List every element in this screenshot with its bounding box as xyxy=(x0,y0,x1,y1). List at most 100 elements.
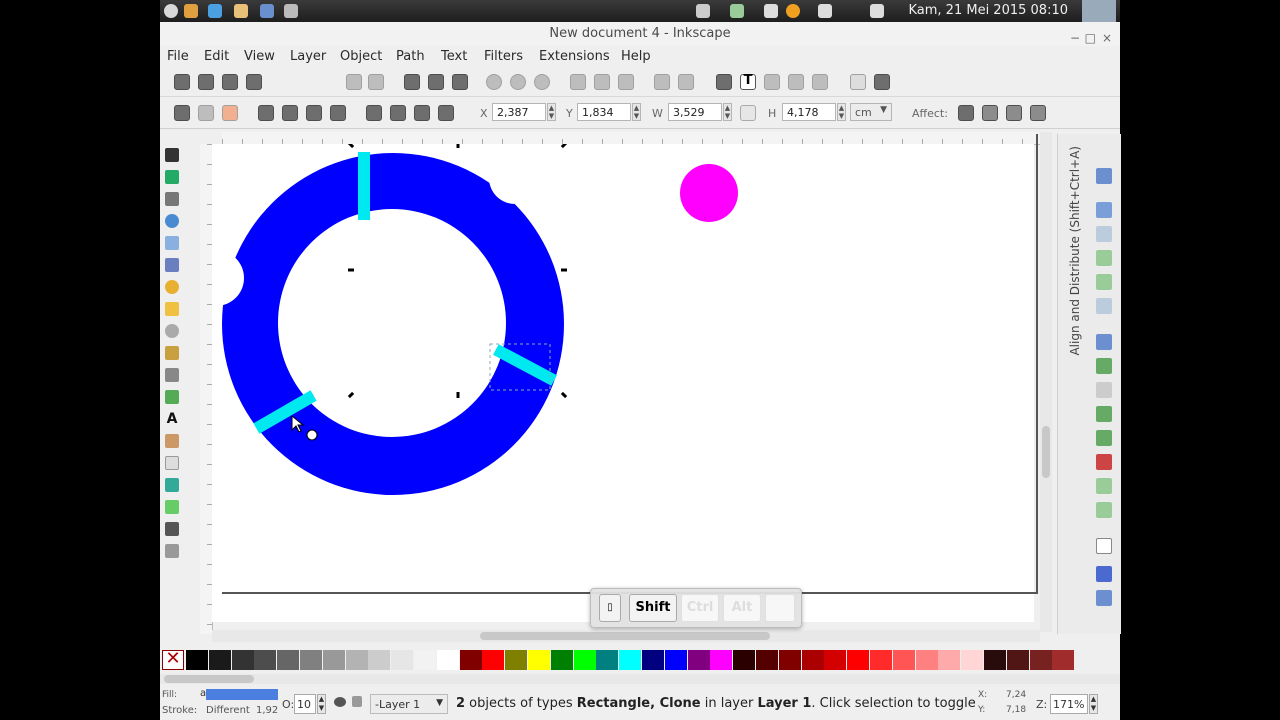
pen-tool-icon[interactable] xyxy=(165,368,179,382)
menu-layer[interactable]: Layer xyxy=(290,49,326,64)
rotate-cw-icon[interactable] xyxy=(282,105,298,121)
color-swatch[interactable] xyxy=(550,650,573,670)
color-swatch[interactable] xyxy=(778,650,801,670)
palette-scrollbar[interactable] xyxy=(160,674,1120,684)
align-top-icon[interactable] xyxy=(1096,274,1112,290)
layer-lock-icon[interactable] xyxy=(352,696,362,707)
grid-icon[interactable] xyxy=(1096,566,1112,582)
zoom-selection-icon[interactable] xyxy=(486,74,502,90)
align-middle-icon[interactable] xyxy=(1096,298,1112,314)
color-swatch[interactable] xyxy=(733,650,756,670)
color-swatch[interactable] xyxy=(436,650,459,670)
raise-icon[interactable] xyxy=(390,105,406,121)
flip-vertical-icon[interactable] xyxy=(330,105,346,121)
tweak-tool-icon[interactable] xyxy=(165,192,179,206)
preferences-icon[interactable] xyxy=(850,74,866,90)
select-all-layers-icon[interactable] xyxy=(198,105,214,121)
gradient-tool-icon[interactable] xyxy=(165,500,179,514)
fill-stroke-icon[interactable] xyxy=(716,74,732,90)
color-swatch[interactable] xyxy=(984,650,1006,670)
calligraphy-tool-icon[interactable] xyxy=(165,390,179,404)
unlink-clone-icon[interactable] xyxy=(618,74,634,90)
color-swatch[interactable] xyxy=(687,650,710,670)
zoom-field[interactable]: 171% xyxy=(1050,694,1088,714)
node-tool-icon[interactable] xyxy=(165,170,179,184)
image-viewer-icon[interactable] xyxy=(234,4,248,18)
color-swatch[interactable] xyxy=(231,650,254,670)
select-all-icon[interactable] xyxy=(174,105,190,121)
blue-ring[interactable] xyxy=(222,153,564,495)
distribute-icon[interactable] xyxy=(1096,334,1112,350)
menu-file[interactable]: File xyxy=(167,49,189,64)
magenta-circle[interactable] xyxy=(680,164,738,222)
scale-stroke-icon[interactable] xyxy=(958,105,974,121)
3d-box-tool-icon[interactable] xyxy=(165,258,179,272)
color-swatch[interactable] xyxy=(870,650,892,670)
spray-tool-icon[interactable] xyxy=(165,434,179,448)
move-patterns-icon[interactable] xyxy=(1030,105,1046,121)
color-swatch[interactable] xyxy=(710,650,733,670)
layer-select[interactable]: -Layer 1 ▼ xyxy=(370,694,448,714)
scale-corners-icon[interactable] xyxy=(982,105,998,121)
guides-icon[interactable] xyxy=(1096,590,1112,606)
new-document-icon[interactable] xyxy=(174,74,190,90)
menu-help[interactable]: Help xyxy=(621,49,651,64)
y-spinner[interactable]: ▲ ▼ xyxy=(632,103,641,121)
align-right-icon[interactable] xyxy=(1096,250,1112,266)
scale-handle-top-right[interactable] xyxy=(560,144,568,149)
color-swatch[interactable] xyxy=(915,650,938,670)
zoom-spinner[interactable]: ▲ ▼ xyxy=(1089,694,1098,714)
stroke-value[interactable]: Different xyxy=(206,705,250,716)
desktop-corner-icon[interactable] xyxy=(1082,0,1116,22)
zoom-page-icon[interactable] xyxy=(534,74,550,90)
move-gradients-icon[interactable] xyxy=(1006,105,1022,121)
color-swatch[interactable] xyxy=(368,650,391,670)
flip-horizontal-icon[interactable] xyxy=(306,105,322,121)
exchange-icon[interactable] xyxy=(1096,502,1112,518)
x-field[interactable]: 2,387 xyxy=(492,103,546,121)
scale-handle-right[interactable] xyxy=(561,268,567,272)
h-spinner[interactable]: ▲ ▼ xyxy=(837,103,846,121)
lock-icon[interactable] xyxy=(740,105,756,121)
battery-icon[interactable] xyxy=(730,4,744,18)
ellipse-tool-icon[interactable] xyxy=(165,280,179,294)
files-icon[interactable] xyxy=(184,4,198,18)
opacity-field[interactable]: 10 xyxy=(294,694,316,714)
remove-overlaps-icon[interactable] xyxy=(1096,454,1112,470)
horizontal-scrollbar[interactable] xyxy=(212,630,1040,642)
network-icon[interactable] xyxy=(764,4,778,18)
stroke-width[interactable]: 1,92 xyxy=(256,705,278,716)
menu-edit[interactable]: Edit xyxy=(204,49,229,64)
browser-icon[interactable] xyxy=(260,4,274,18)
align-relative-icon[interactable] xyxy=(1096,168,1112,184)
terminal-icon[interactable] xyxy=(208,4,222,18)
fill-swatch[interactable] xyxy=(206,689,278,700)
copy-icon[interactable] xyxy=(452,74,468,90)
blue-ring-shape[interactable] xyxy=(222,153,564,495)
color-swatch[interactable] xyxy=(938,650,961,670)
color-swatch[interactable] xyxy=(186,650,208,670)
pencil-tool-icon[interactable] xyxy=(165,346,179,360)
align-left-edge-icon[interactable] xyxy=(1096,202,1112,218)
color-swatch[interactable] xyxy=(1006,650,1029,670)
color-swatch[interactable] xyxy=(254,650,277,670)
color-swatch[interactable] xyxy=(824,650,847,670)
menu-object[interactable]: Object xyxy=(340,49,382,64)
selector-tool-icon[interactable] xyxy=(165,148,179,162)
clock[interactable]: Kam, 21 Mei 2015 08:10 xyxy=(908,3,1068,18)
color-swatch[interactable] xyxy=(596,650,619,670)
no-paint-swatch[interactable]: ✕ xyxy=(162,650,184,670)
drawing-svg[interactable] xyxy=(212,144,1034,622)
scale-handle-bottom[interactable] xyxy=(456,392,460,398)
menu-extensions[interactable]: Extensions xyxy=(539,49,610,64)
notification-icon[interactable] xyxy=(870,4,884,18)
drawing-canvas[interactable] xyxy=(212,134,1038,622)
color-swatch[interactable] xyxy=(277,650,300,670)
color-swatch[interactable] xyxy=(847,650,870,670)
visibility-icon[interactable] xyxy=(334,697,346,707)
unit-select[interactable]: cm ▼ xyxy=(850,103,892,121)
raise-to-top-icon[interactable] xyxy=(366,105,382,121)
text-tool-icon[interactable]: A xyxy=(165,412,179,426)
scale-handle-bottom-right[interactable] xyxy=(560,391,568,399)
h-field[interactable]: 4,178 xyxy=(782,103,836,121)
